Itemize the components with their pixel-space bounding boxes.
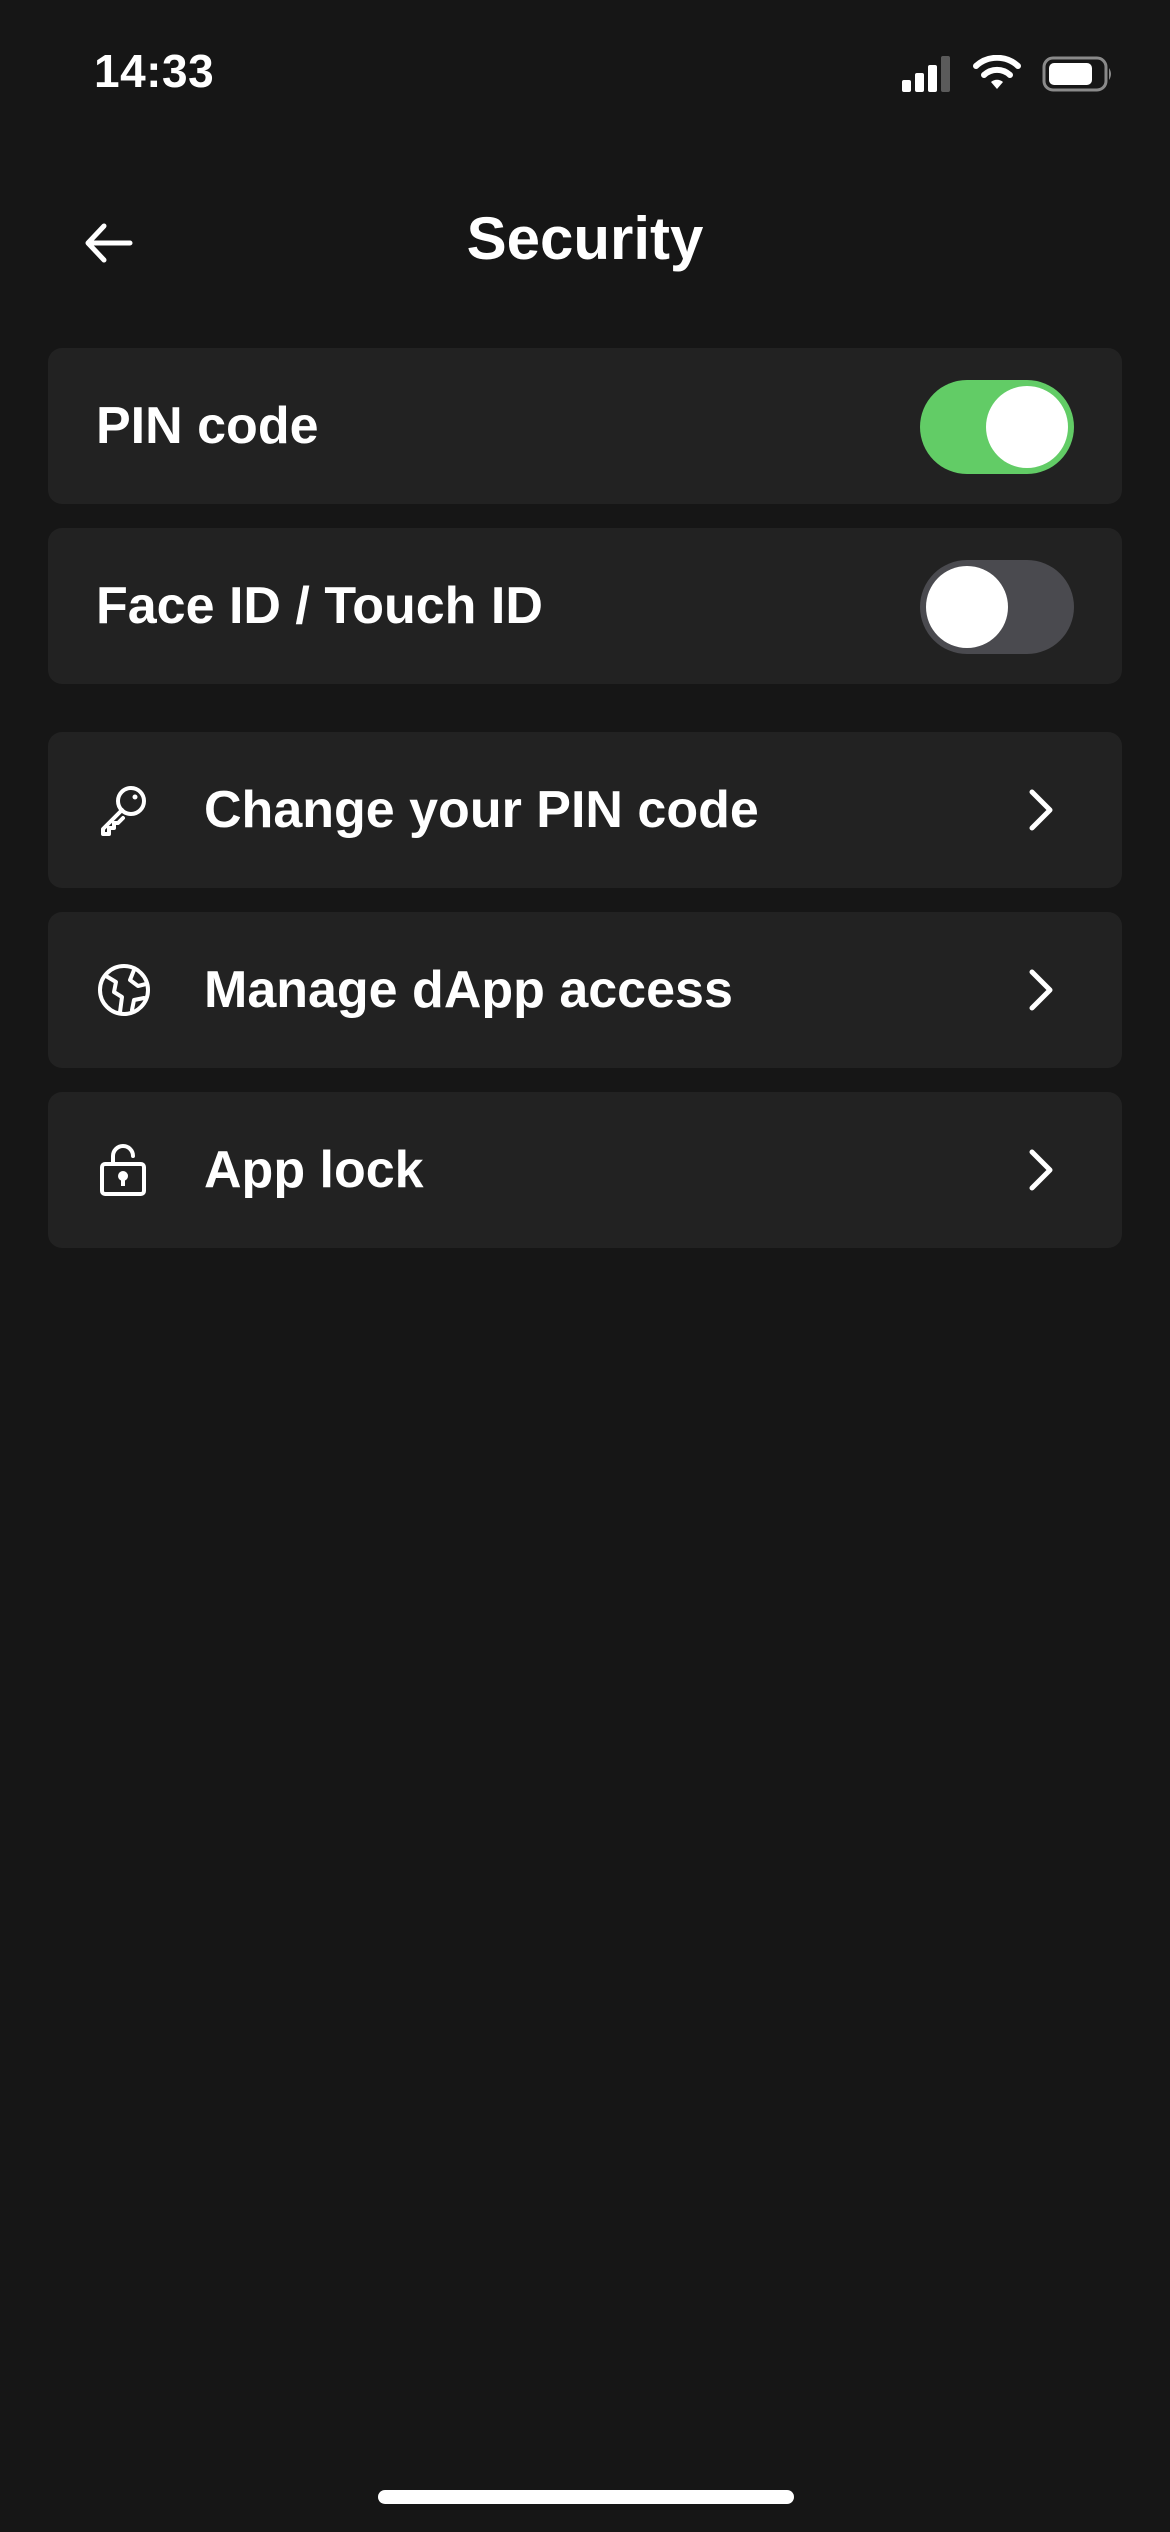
- face-id-touch-id-label: Face ID / Touch ID: [96, 577, 543, 635]
- face-id-touch-id-toggle[interactable]: [920, 560, 1074, 654]
- page-title: Security: [466, 205, 704, 272]
- home-indicator[interactable]: [378, 2490, 794, 2504]
- cellular-signal-icon: [902, 56, 950, 92]
- manage-dapp-access-item[interactable]: Manage dApp access: [48, 912, 1122, 1068]
- chevron-right-icon: [1029, 789, 1053, 831]
- app-lock-label: App lock: [204, 1141, 424, 1199]
- status-bar: 14:33: [0, 0, 1170, 150]
- header: Security: [0, 190, 1170, 290]
- chevron-right-icon: [1029, 969, 1053, 1011]
- pin-code-label: PIN code: [96, 397, 319, 455]
- globe-icon: [98, 964, 150, 1016]
- wifi-icon: [973, 55, 1021, 89]
- status-icons: [902, 52, 1114, 96]
- chevron-right-icon: [1029, 1149, 1053, 1191]
- battery-icon: [1042, 56, 1111, 92]
- toggle-knob: [986, 386, 1068, 468]
- key-icon: [101, 786, 146, 836]
- change-pin-code-label: Change your PIN code: [204, 781, 759, 839]
- toggle-knob: [926, 566, 1008, 648]
- pin-code-row: PIN code: [48, 348, 1122, 504]
- app-lock-item[interactable]: App lock: [48, 1092, 1122, 1248]
- face-id-touch-id-row: Face ID / Touch ID: [48, 528, 1122, 684]
- manage-dapp-access-label: Manage dApp access: [204, 961, 733, 1019]
- status-time: 14:33: [94, 45, 215, 97]
- lock-open-icon: [100, 1144, 146, 1196]
- change-pin-code-item[interactable]: Change your PIN code: [48, 732, 1122, 888]
- pin-code-toggle[interactable]: [920, 380, 1074, 474]
